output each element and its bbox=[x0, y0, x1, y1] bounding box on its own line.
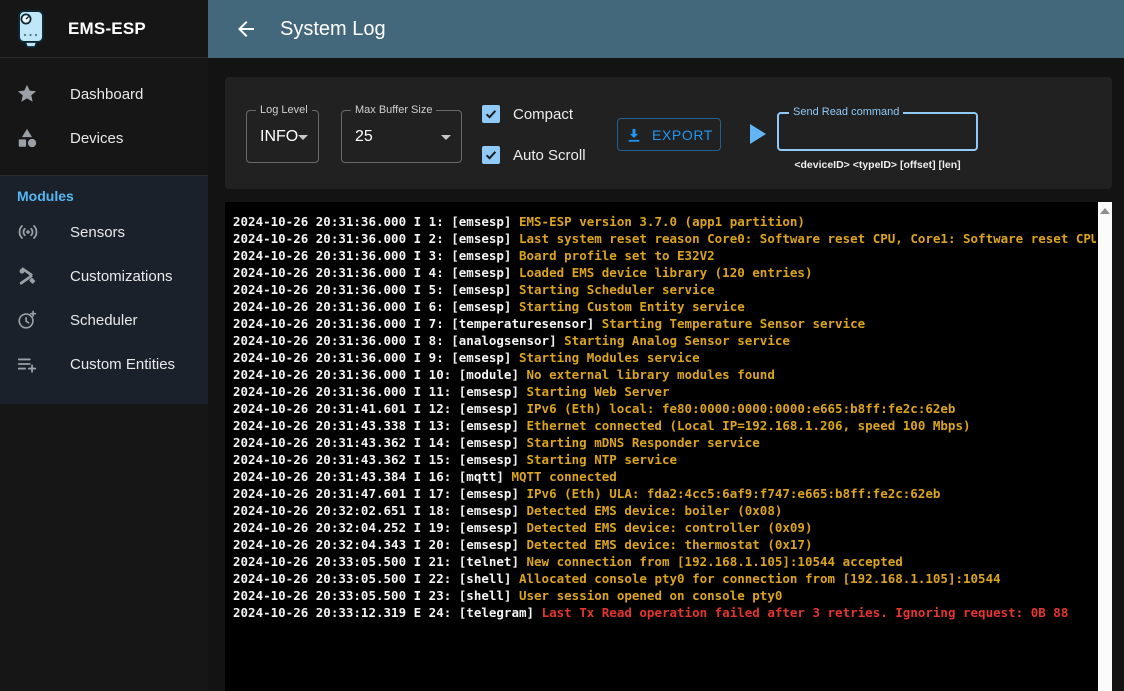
log-line: 2024-10-26 20:33:05.500 I 22: [shell] Al… bbox=[233, 570, 1096, 587]
back-button[interactable] bbox=[228, 11, 264, 47]
sidebar: EMS-ESP Dashboard Devices bbox=[0, 0, 208, 691]
chevron-down-icon bbox=[298, 135, 308, 140]
download-icon bbox=[625, 126, 643, 144]
send-command-button[interactable] bbox=[750, 123, 772, 145]
log-line: 2024-10-26 20:32:04.252 I 19: [emsesp] D… bbox=[233, 519, 1096, 536]
log-line: 2024-10-26 20:31:36.000 I 8: [analogsens… bbox=[233, 332, 1096, 349]
log-lines: 2024-10-26 20:31:36.000 I 1: [emsesp] EM… bbox=[233, 213, 1096, 621]
max-buffer-select[interactable]: Max Buffer Size 25 bbox=[341, 110, 462, 163]
sidebar-item-label: Dashboard bbox=[70, 86, 143, 103]
system-log-console: 2024-10-26 20:31:36.000 I 1: [emsesp] EM… bbox=[225, 202, 1112, 691]
compact-checkbox-row[interactable]: Compact bbox=[482, 105, 573, 123]
autoscroll-checkbox-label: Auto Scroll bbox=[513, 147, 586, 164]
log-level-label: Log Level bbox=[256, 104, 312, 116]
app-title: EMS-ESP bbox=[68, 19, 146, 39]
page-header: System Log bbox=[208, 0, 1124, 58]
play-icon bbox=[750, 124, 766, 144]
export-button[interactable]: EXPORT bbox=[617, 118, 721, 151]
export-button-label: EXPORT bbox=[652, 127, 713, 143]
log-line: 2024-10-26 20:31:36.000 I 6: [emsesp] St… bbox=[233, 298, 1096, 315]
page-title: System Log bbox=[280, 18, 386, 41]
scrollbar-up-arrow-icon[interactable] bbox=[1100, 208, 1110, 214]
log-line: 2024-10-26 20:31:43.384 I 16: [mqtt] MQT… bbox=[233, 468, 1096, 485]
sidebar-modules-section: Modules Sensors bbox=[0, 175, 208, 404]
star-icon bbox=[16, 83, 56, 105]
sidebar-item-devices[interactable]: Devices bbox=[0, 116, 208, 160]
log-line: 2024-10-26 20:31:41.601 I 12: [emsesp] I… bbox=[233, 400, 1096, 417]
checkbox-checked-icon[interactable] bbox=[482, 105, 500, 123]
log-line: 2024-10-26 20:31:47.601 I 17: [emsesp] I… bbox=[233, 485, 1096, 502]
construction-icon bbox=[16, 265, 56, 287]
playlist-add-icon bbox=[16, 353, 56, 375]
sidebar-item-sensors[interactable]: Sensors bbox=[0, 210, 208, 254]
log-line: 2024-10-26 20:31:43.338 I 13: [emsesp] E… bbox=[233, 417, 1096, 434]
page-root: EMS-ESP Dashboard Devices bbox=[0, 0, 1124, 691]
category-icon bbox=[16, 127, 56, 149]
app-logo-block: EMS-ESP bbox=[0, 0, 208, 58]
log-line: 2024-10-26 20:31:36.000 I 2: [emsesp] La… bbox=[233, 230, 1096, 247]
log-line: 2024-10-26 20:31:36.000 I 7: [temperatur… bbox=[233, 315, 1096, 332]
sidebar-item-label: Devices bbox=[70, 130, 123, 147]
sidebar-item-label: Customizations bbox=[70, 268, 173, 285]
log-line: 2024-10-26 20:33:05.500 I 23: [shell] Us… bbox=[233, 587, 1096, 604]
log-level-value: INFO bbox=[260, 128, 298, 146]
log-line: 2024-10-26 20:31:36.000 I 10: [module] N… bbox=[233, 366, 1096, 383]
log-line: 2024-10-26 20:31:36.000 I 3: [emsesp] Bo… bbox=[233, 247, 1096, 264]
compact-checkbox-label: Compact bbox=[513, 106, 573, 123]
sidebar-item-label: Custom Entities bbox=[70, 356, 175, 373]
max-buffer-label: Max Buffer Size bbox=[351, 104, 436, 116]
log-level-select[interactable]: Log Level INFO bbox=[246, 110, 319, 163]
boiler-logo-icon bbox=[16, 8, 46, 50]
sidebar-item-dashboard[interactable]: Dashboard bbox=[0, 72, 208, 116]
sidebar-main-nav: Dashboard Devices bbox=[0, 58, 208, 175]
sidebar-item-scheduler[interactable]: Scheduler bbox=[0, 298, 208, 342]
checkbox-checked-icon[interactable] bbox=[482, 146, 500, 164]
log-line: 2024-10-26 20:32:02.651 I 18: [emsesp] D… bbox=[233, 502, 1096, 519]
log-line: 2024-10-26 20:31:36.000 I 11: [emsesp] S… bbox=[233, 383, 1096, 400]
send-read-command-input[interactable] bbox=[779, 114, 976, 149]
sidebar-item-custom-entities[interactable]: Custom Entities bbox=[0, 342, 208, 386]
log-scrollbar[interactable] bbox=[1098, 202, 1112, 691]
sidebar-item-label: Scheduler bbox=[70, 312, 138, 329]
autoscroll-checkbox-row[interactable]: Auto Scroll bbox=[482, 146, 586, 164]
max-buffer-value: 25 bbox=[355, 128, 373, 146]
arrow-left-icon bbox=[234, 17, 258, 41]
log-line: 2024-10-26 20:31:43.362 I 15: [emsesp] S… bbox=[233, 451, 1096, 468]
log-line: 2024-10-26 20:33:05.500 I 21: [telnet] N… bbox=[233, 553, 1096, 570]
log-controls-card: Log Level INFO Max Buffer Size 25 Compac… bbox=[225, 77, 1112, 189]
log-line: 2024-10-26 20:31:36.000 I 1: [emsesp] EM… bbox=[233, 213, 1096, 230]
modules-section-title: Modules bbox=[0, 176, 208, 210]
log-line: 2024-10-26 20:31:43.362 I 14: [emsesp] S… bbox=[233, 434, 1096, 451]
send-read-command-field: Send Read command bbox=[777, 112, 978, 151]
sidebar-item-customizations[interactable]: Customizations bbox=[0, 254, 208, 298]
sensors-icon bbox=[16, 220, 56, 244]
send-read-command-hint: <deviceID> <typeID> [offset] [len] bbox=[777, 159, 978, 171]
log-line: 2024-10-26 20:31:36.000 I 9: [emsesp] St… bbox=[233, 349, 1096, 366]
scheduler-icon bbox=[16, 309, 56, 331]
chevron-down-icon bbox=[441, 135, 451, 140]
log-line: 2024-10-26 20:33:12.319 E 24: [telegram]… bbox=[233, 604, 1096, 621]
log-line: 2024-10-26 20:32:04.343 I 20: [emsesp] D… bbox=[233, 536, 1096, 553]
sidebar-item-label: Sensors bbox=[70, 224, 125, 241]
log-line: 2024-10-26 20:31:36.000 I 4: [emsesp] Lo… bbox=[233, 264, 1096, 281]
log-line: 2024-10-26 20:31:36.000 I 5: [emsesp] St… bbox=[233, 281, 1096, 298]
